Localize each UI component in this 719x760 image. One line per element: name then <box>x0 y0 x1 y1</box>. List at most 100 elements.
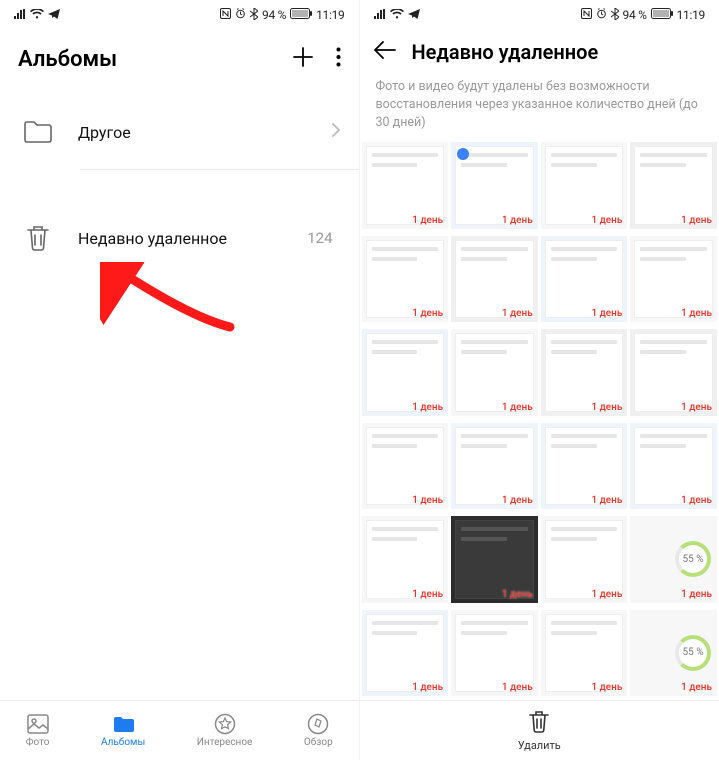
header-detail: Недавно удаленное <box>360 30 719 78</box>
delete-button[interactable] <box>528 710 550 737</box>
nav-albums[interactable]: Альбомы <box>101 713 145 748</box>
compass-icon <box>307 713 329 735</box>
bluetooth-icon <box>611 8 619 23</box>
days-label: 1 день <box>681 215 712 226</box>
days-label: 1 день <box>412 682 443 693</box>
thumbnail[interactable]: 1 день <box>451 142 538 229</box>
days-label: 1 день <box>591 215 622 226</box>
thumbnail[interactable]: 1 день <box>541 142 628 229</box>
wifi-icon <box>30 8 44 22</box>
nfc-icon <box>220 8 231 22</box>
status-bar: 94 % 11:19 <box>360 0 719 30</box>
nav-label: Альбомы <box>101 737 145 748</box>
days-label: 1 день <box>681 589 712 600</box>
battery-icon <box>290 8 312 22</box>
thumbnail[interactable]: 1 день <box>362 236 449 323</box>
thumbnail[interactable]: 1 день <box>362 142 449 229</box>
page-title: Альбомы <box>18 47 117 72</box>
thumbnail[interactable]: 1 день <box>630 329 717 416</box>
thumbnail[interactable]: 1 день <box>541 329 628 416</box>
albums-icon <box>112 713 134 735</box>
bluetooth-icon <box>250 8 258 23</box>
telegram-icon <box>408 8 420 22</box>
battery-text: 94 % <box>262 8 286 22</box>
status-bar: 94 % 11:19 <box>0 0 359 30</box>
percent-badge: 55 % <box>675 541 711 577</box>
percent-badge: 55 % <box>675 635 711 671</box>
clock-text: 11:19 <box>316 8 344 22</box>
telegram-icon <box>48 8 60 22</box>
thumbnail[interactable]: 1 день <box>541 516 628 603</box>
thumbnail[interactable]: 1 день <box>362 516 449 603</box>
album-label: Недавно удаленное <box>78 229 287 248</box>
nfc-icon <box>581 8 592 22</box>
clock-text: 11:19 <box>677 8 705 22</box>
chevron-right-icon <box>331 122 341 142</box>
add-album-button[interactable] <box>292 46 314 72</box>
thumbnail[interactable]: 1 день <box>630 236 717 323</box>
alarm-icon <box>596 8 607 22</box>
battery-icon <box>651 8 673 22</box>
header-actions <box>292 46 341 72</box>
status-left <box>374 8 420 22</box>
thumbnail[interactable]: 1 день <box>362 610 449 697</box>
days-label: 1 день <box>591 589 622 600</box>
days-label: 1 день <box>412 589 443 600</box>
header-albums: Альбомы <box>0 30 359 94</box>
photo-icon <box>27 713 49 735</box>
thumbnail-grid: 1 день 1 день 1 день 1 день 1 день 1 ден… <box>360 142 719 700</box>
thumbnail[interactable]: 1 день <box>541 423 628 510</box>
thumbnail[interactable]: 1 день <box>451 329 538 416</box>
thumbnail[interactable]: 1 день <box>451 516 538 603</box>
thumbnail[interactable]: 1 день <box>630 142 717 229</box>
bottom-nav: Фото Альбомы Интересное Обзор <box>0 700 359 760</box>
thumbnail[interactable]: 1 день <box>541 236 628 323</box>
album-item-recently-deleted[interactable]: Недавно удаленное 124 <box>0 200 359 276</box>
album-count: 124 <box>307 229 332 247</box>
days-label: 1 день <box>502 402 533 413</box>
days-label: 1 день <box>412 215 443 226</box>
trash-icon <box>18 218 58 258</box>
album-label: Другое <box>78 123 311 142</box>
days-label: 1 день <box>502 682 533 693</box>
back-button[interactable] <box>374 41 396 63</box>
info-subtitle: Фото и видео будут удалены без возможнос… <box>360 78 719 142</box>
recently-deleted-screen: 94 % 11:19 Недавно удаленное Фото и виде… <box>360 0 719 760</box>
thumbnail[interactable]: 1 день <box>451 610 538 697</box>
thumbnail[interactable]: 1 день <box>362 423 449 510</box>
thumbnail[interactable]: 1 день <box>541 610 628 697</box>
albums-screen: 94 % 11:19 Альбомы Другое <box>0 0 360 760</box>
album-item-other[interactable]: Другое <box>0 94 359 170</box>
thumbnail[interactable]: 55 % 1 день <box>630 516 717 603</box>
days-label: 1 день <box>681 402 712 413</box>
days-label: 1 день <box>502 215 533 226</box>
more-menu-button[interactable] <box>336 47 341 71</box>
thumbnail[interactable]: 1 день <box>451 236 538 323</box>
nav-label: Фото <box>26 737 50 748</box>
status-left <box>14 8 60 22</box>
wifi-icon <box>390 8 404 22</box>
thumbnail[interactable]: 1 день <box>362 329 449 416</box>
nav-browse[interactable]: Обзор <box>304 713 333 748</box>
alarm-icon <box>235 8 246 22</box>
days-label: 1 день <box>502 308 533 319</box>
days-label: 1 день <box>502 495 533 506</box>
thumbnail[interactable]: 1 день <box>451 423 538 510</box>
days-label: 1 день <box>681 495 712 506</box>
nav-photos[interactable]: Фото <box>26 713 50 748</box>
days-label: 1 день <box>412 402 443 413</box>
days-label: 1 день <box>412 495 443 506</box>
status-right: 94 % 11:19 <box>220 8 344 23</box>
days-label: 1 день <box>591 495 622 506</box>
status-right: 94 % 11:19 <box>581 8 705 23</box>
days-label: 1 день <box>591 308 622 319</box>
thumbnail[interactable]: 1 день <box>630 423 717 510</box>
thumbnail[interactable]: 55 %1 день <box>630 610 717 697</box>
nav-label: Интересное <box>197 737 253 748</box>
signal-icon <box>374 8 386 22</box>
nav-discover[interactable]: Интересное <box>197 713 253 748</box>
days-label: 1 день <box>681 308 712 319</box>
folder-icon <box>18 112 58 152</box>
star-icon <box>214 713 236 735</box>
signal-icon <box>14 8 26 22</box>
